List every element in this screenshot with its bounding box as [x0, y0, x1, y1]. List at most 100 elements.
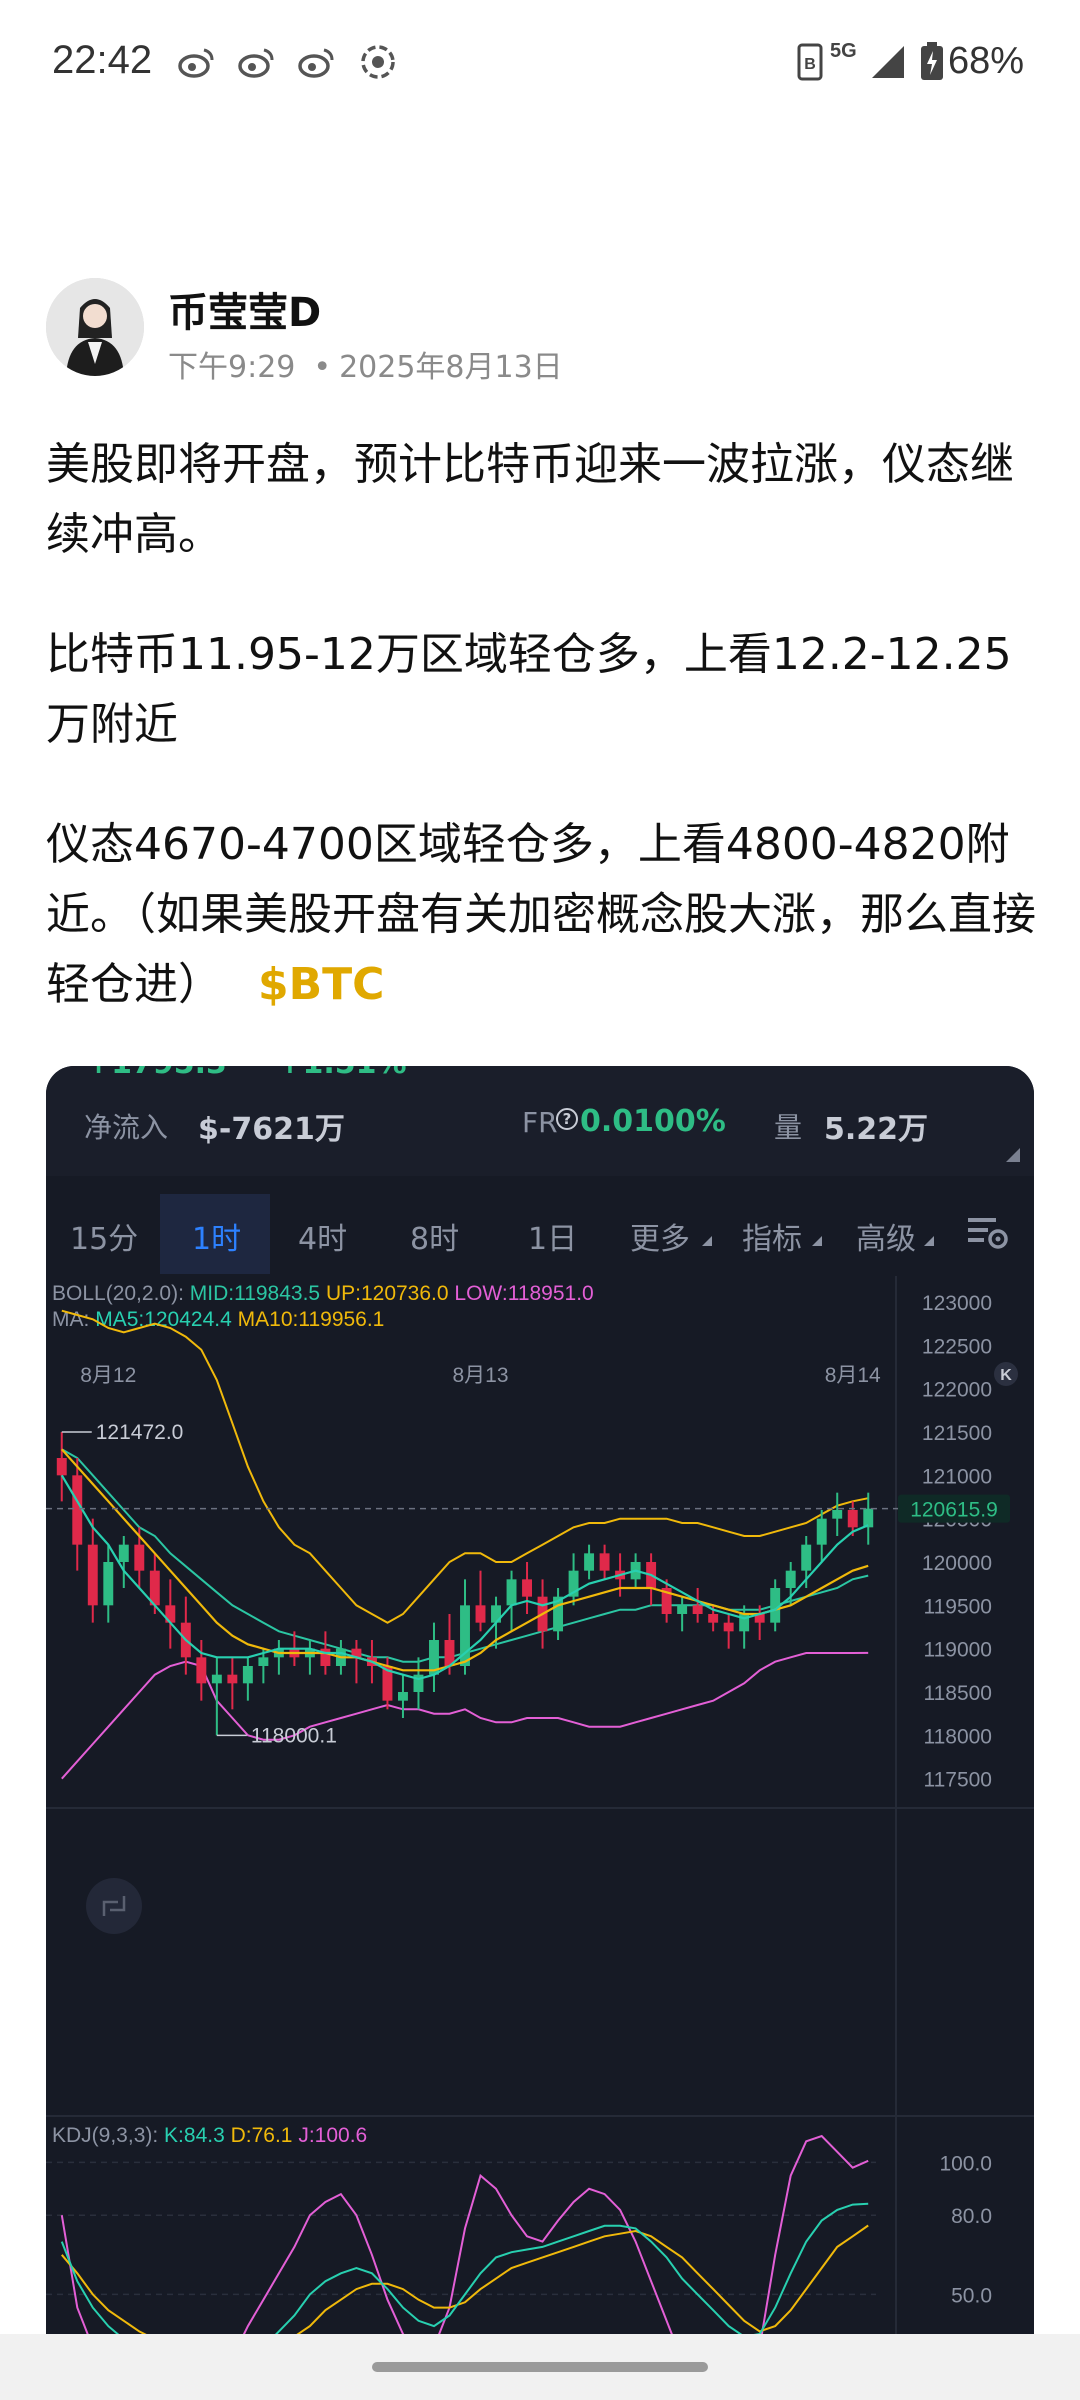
author-name[interactable]: 币莹莹D	[168, 280, 321, 338]
dropdown-corner-icon	[702, 1236, 712, 1246]
candle-body	[87, 1544, 98, 1606]
expand-button	[86, 1878, 142, 1934]
candle-body	[258, 1657, 269, 1666]
weibo-icon	[298, 48, 334, 78]
post-meta: 下午9:29 • 2025年8月13日	[168, 342, 563, 386]
kdj-tick-label: 80.0	[951, 2205, 992, 2228]
candle-body	[242, 1666, 253, 1684]
price-tick-label: 118000	[923, 1725, 992, 1748]
candle-body	[584, 1553, 595, 1571]
battery-level: 68%	[948, 40, 1025, 82]
candle-body	[134, 1544, 145, 1571]
price-tick-label: 117500	[923, 1769, 992, 1792]
chart-card[interactable]: +1795.3 +1.51% 净流入 $-7621万 FR ? 0.0100% …	[46, 1066, 1034, 2400]
network-type: 5G	[830, 40, 857, 62]
chart-settings-icon[interactable]	[966, 1212, 1010, 1252]
candle-body	[723, 1622, 734, 1632]
candle-body	[103, 1562, 114, 1606]
interval-tabs: 15分 1时 4时 8时 1日 更多 指标 高级	[46, 1194, 1034, 1274]
record-icon	[361, 45, 395, 79]
price-tick-label: 121000	[922, 1465, 992, 1488]
candle-body	[847, 1510, 858, 1528]
meta-separator: •	[313, 350, 332, 385]
post-paragraph-text: 仪态4670-4700区域轻仓多，上看4800-4820附近。（如果美股开盘有关…	[46, 819, 1036, 1010]
candle-body	[72, 1475, 83, 1545]
tab-8h[interactable]: 8时	[410, 1214, 459, 1258]
price-tick-label: 118500	[923, 1682, 992, 1705]
price-tick-label: 119000	[923, 1639, 992, 1662]
weibo-icon	[238, 48, 274, 78]
candle-body	[692, 1605, 703, 1614]
candle-body	[816, 1518, 827, 1545]
price-change: +1795.3	[86, 1066, 227, 1081]
tab-1d[interactable]: 1日	[528, 1214, 577, 1258]
signal-icon	[872, 46, 904, 78]
price-tick-label: 120000	[922, 1552, 992, 1575]
price-tick-label: 121500	[922, 1422, 992, 1445]
tab-15m[interactable]: 15分	[70, 1214, 138, 1258]
x-axis-label: 8月13	[452, 1364, 508, 1387]
high-mark-label: 121472.0	[96, 1421, 184, 1444]
dropdown-corner-icon	[812, 1236, 822, 1246]
tab-advanced[interactable]: 高级	[856, 1214, 916, 1258]
net-inflow-label: 净流入	[84, 1111, 169, 1144]
candle-body	[475, 1605, 486, 1623]
market-stats: +1795.3 +1.51% 净流入 $-7621万 FR ? 0.0100% …	[46, 1066, 1034, 1176]
dropdown-corner-icon	[924, 1236, 934, 1246]
tab-4h[interactable]: 4时	[298, 1214, 347, 1258]
kdj-tick-label: 100.0	[939, 2152, 992, 2175]
current-price-label: 120615.9	[910, 1499, 998, 1522]
status-bar: 22:42 B 5G 68%	[0, 0, 1080, 125]
status-time: 22:42	[52, 38, 153, 82]
funding-rate-value: 0.0100%	[580, 1104, 726, 1139]
price-tick-label: 119500	[923, 1595, 992, 1618]
tab-more[interactable]: 更多	[630, 1214, 690, 1258]
post-time: 下午9:29	[168, 350, 296, 385]
info-icon[interactable]: ?	[556, 1108, 578, 1130]
x-axis-label: 8月12	[80, 1364, 136, 1387]
cut-off-change: +1795.3 +1.51%	[86, 1066, 407, 1081]
volume-value: 5.22万	[824, 1112, 929, 1147]
tab-indicators[interactable]: 指标	[742, 1214, 802, 1258]
weibo-icon	[178, 48, 214, 78]
candle-body	[118, 1544, 129, 1562]
post-paragraph: 美股即将开盘，预计比特币迎来一波拉涨，仪态继续冲高。	[46, 439, 1014, 560]
candle-body	[397, 1692, 408, 1701]
tab-1h[interactable]: 1时	[192, 1214, 241, 1258]
post-paragraph: 比特币11.95-12万区域轻仓多，上看12.2-12.25万附近	[46, 629, 1012, 750]
svg-text:B: B	[804, 56, 816, 73]
price-tick-label: 122000	[922, 1379, 992, 1402]
ticker-tag[interactable]: $BTC	[258, 959, 384, 1010]
candle-body	[832, 1510, 843, 1519]
candlestick-chart[interactable]: 1230001225001220001215001210001205001200…	[46, 1276, 1034, 2400]
kdj-tick-label: 50.0	[951, 2284, 992, 2307]
home-indicator[interactable]	[372, 2362, 708, 2372]
battery-icon	[921, 42, 943, 80]
avatar[interactable]	[46, 278, 144, 376]
candle-body	[785, 1570, 796, 1588]
price-tick-label: 122500	[922, 1335, 992, 1358]
candle-body	[506, 1579, 517, 1606]
candle-body	[227, 1674, 238, 1684]
funding-rate-label: FR	[522, 1106, 558, 1139]
price-tick-label: 123000	[922, 1292, 992, 1315]
candle-body	[863, 1508, 874, 1528]
low-mark-label: 118000.1	[251, 1724, 337, 1747]
post-paragraph: 仪态4670-4700区域轻仓多，上看4800-4820附近。（如果美股开盘有关…	[46, 810, 1036, 1020]
candle-body	[801, 1544, 812, 1571]
net-inflow-value: $-7621万	[198, 1112, 345, 1147]
post-date: 2025年8月13日	[339, 350, 563, 385]
nfc-icon: B	[797, 43, 823, 81]
candle-body	[677, 1605, 688, 1614]
candle-body	[196, 1657, 207, 1684]
candle-body	[211, 1674, 222, 1684]
volume-label: 量	[774, 1111, 803, 1144]
scroll-latest-icon: K	[1000, 1367, 1012, 1384]
corner-arrow-icon	[1006, 1148, 1020, 1162]
candle-body	[522, 1579, 533, 1597]
candle-body	[599, 1553, 610, 1571]
x-axis-label: 8月14	[825, 1364, 881, 1387]
boll-upper-line	[61, 1309, 869, 1624]
candle-body	[708, 1614, 719, 1623]
percent-change: +1.51%	[277, 1066, 406, 1081]
